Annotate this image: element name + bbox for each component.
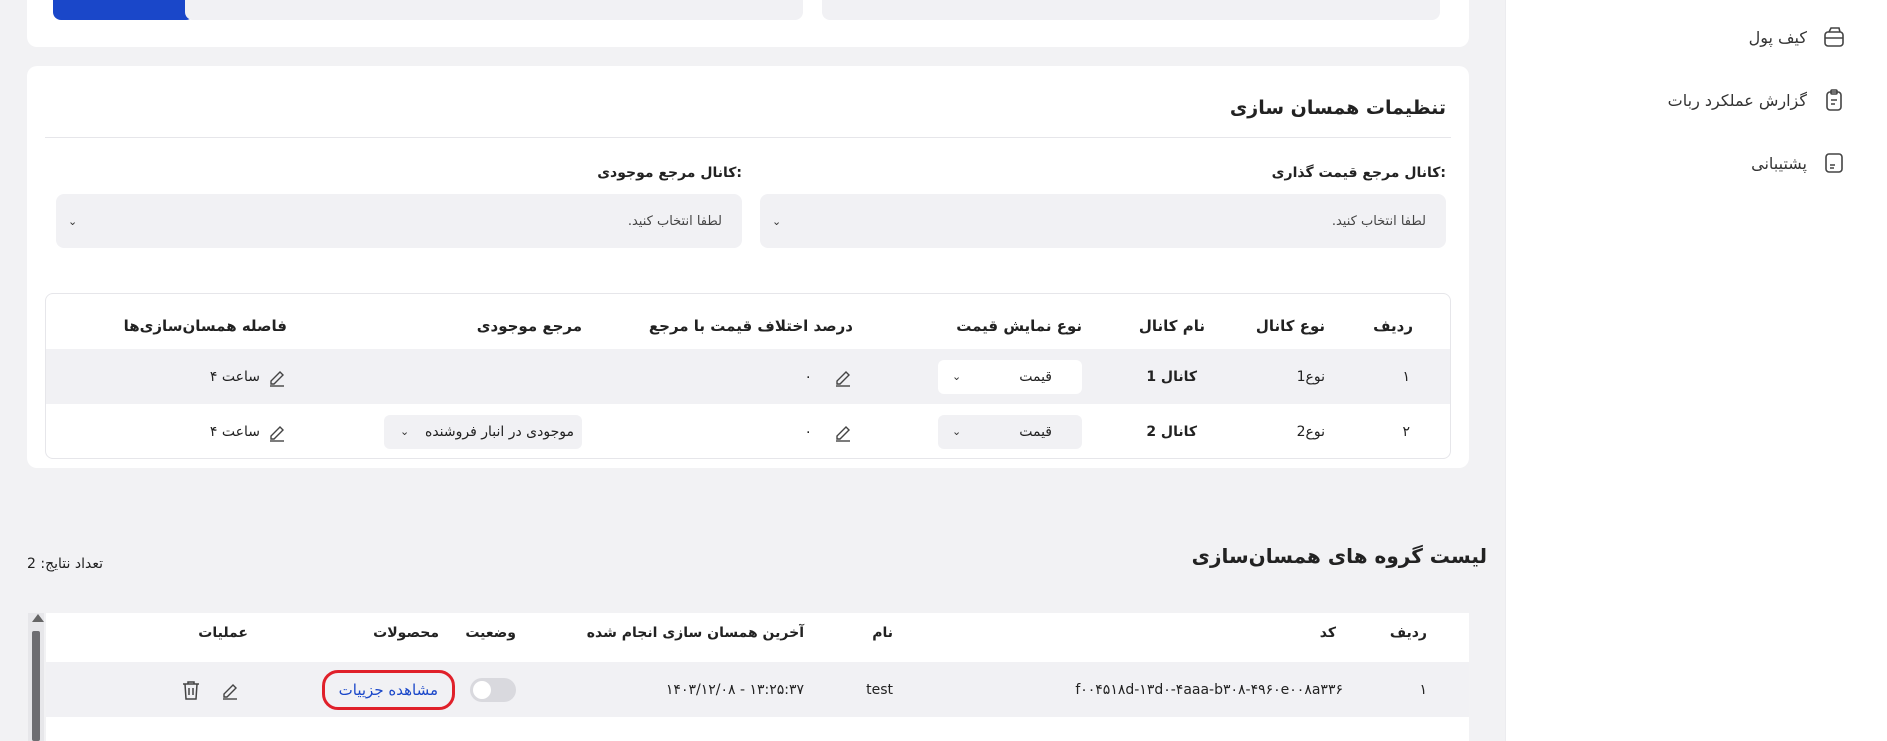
table-scrollbar[interactable] [28, 613, 44, 741]
chevron-down-icon: ⌄ [772, 214, 782, 228]
cell-channel-name: کانال 2 [1146, 423, 1197, 440]
groups-table: ردیف کد نام آخرین همسان سازی انجام شده و… [46, 613, 1469, 741]
sidebar-item-label: گزارش عملکرد ربات [1667, 90, 1807, 110]
edit-icon[interactable] [833, 422, 853, 442]
table-row: ۱ نوع1 کانال 1 قیمت ⌄ ۰ ۴ ساعت [46, 349, 1450, 404]
cell-channel-type: نوع2 [1296, 423, 1325, 440]
select-placeholder: لطفا انتخاب کنید. [627, 213, 722, 229]
table-row: ۱ f۰۰۴۵۱۸d-۱۳d۰-۴aaa-b۳۰۸-۴۹۶۰e۰۰۸a۳۳۶ t… [46, 662, 1469, 717]
results-count: تعداد نتایج: 2 [27, 556, 103, 572]
header-last-sync: آخرین همسان سازی انجام شده [586, 625, 804, 641]
sidebar-item-wallet[interactable]: کیف پول [1749, 24, 1847, 50]
cell-price-diff: ۰ [804, 423, 812, 440]
groups-list-title: لیست گروه های همسان‌سازی [1191, 544, 1487, 568]
edit-icon[interactable] [267, 422, 287, 442]
pricing-channel-label: کانال مرجع قیمت گذاری: [1271, 165, 1446, 181]
header-status: وضعیت [465, 625, 516, 641]
scrollbar-thumb[interactable] [32, 631, 40, 741]
edit-icon[interactable] [220, 680, 240, 700]
top-action-button[interactable] [53, 0, 194, 20]
price-display-select[interactable]: قیمت ⌄ [938, 359, 1082, 394]
cell-interval: ۴ ساعت [209, 368, 260, 385]
cell-channel-type: نوع1 [1296, 368, 1325, 385]
channels-table: ردیف نوع کانال نام کانال نوع نمایش قیمت … [45, 293, 1451, 459]
view-details-link[interactable]: مشاهده جزییات [321, 669, 455, 710]
price-display-select[interactable]: قیمت ⌄ [938, 414, 1082, 449]
chevron-down-icon: ⌄ [400, 425, 410, 438]
cell-name: test [866, 681, 893, 698]
header-row: ردیف [1373, 317, 1413, 335]
header-channel-type: نوع کانال [1255, 317, 1325, 335]
table-row: ۲ نوع2 کانال 2 قیمت ⌄ ۰ موجودی در انبار … [46, 404, 1450, 458]
sidebar-item-label: پشتیبانی [1751, 153, 1807, 173]
cell-price-diff: ۰ [804, 368, 812, 385]
header-products: محصولات [373, 625, 439, 641]
sidebar-item-bot-report[interactable]: گزارش عملکرد ربات [1668, 87, 1847, 113]
stock-ref-select[interactable]: موجودی در انبار فروشنده ⌄ [384, 414, 582, 449]
header-row: ردیف [1389, 625, 1427, 641]
cell-interval: ۴ ساعت [209, 423, 260, 440]
cell-row: ۱ [1419, 681, 1427, 698]
header-name: نام [872, 625, 893, 641]
sidebar: کیف پول گزارش عملکرد ربات پشتیبانی [1505, 0, 1887, 741]
document-icon [1821, 150, 1847, 176]
header-code: کد [1319, 625, 1336, 641]
header-channel-name: نام کانال [1138, 317, 1205, 335]
select-value: موجودی در انبار فروشنده [424, 423, 574, 440]
clipboard-icon [1821, 87, 1847, 113]
divider [45, 137, 1451, 138]
toggle-knob [473, 680, 491, 699]
pricing-channel-select[interactable]: لطفا انتخاب کنید. ⌄ [760, 194, 1446, 248]
select-value: قیمت [1019, 368, 1052, 385]
trash-icon[interactable] [179, 678, 203, 702]
wallet-icon [1821, 24, 1847, 50]
sync-settings-card: تنظیمات همسان سازی کانال مرجع قیمت گذاری… [27, 66, 1469, 468]
cell-code: f۰۰۴۵۱۸d-۱۳d۰-۴aaa-b۳۰۸-۴۹۶۰e۰۰۸a۳۳۶ [1075, 681, 1343, 698]
top-filter-card [27, 0, 1469, 47]
card-title: تنظیمات همسان سازی [1229, 97, 1446, 119]
header-actions: عملیات [198, 625, 248, 641]
top-filter-field-2[interactable] [822, 0, 1440, 20]
cell-channel-name: کانال 1 [1146, 368, 1197, 385]
select-placeholder: لطفا انتخاب کنید. [1331, 213, 1426, 229]
stock-channel-label: کانال مرجع موجودی: [597, 165, 742, 181]
header-interval: فاصله همسان‌سازی‌ها [123, 317, 287, 335]
edit-icon[interactable] [833, 367, 853, 387]
status-toggle[interactable] [470, 677, 516, 702]
stock-channel-select[interactable]: لطفا انتخاب کنید. ⌄ [56, 194, 742, 248]
select-value: قیمت [1019, 423, 1052, 440]
sidebar-item-label: کیف پول [1748, 27, 1807, 47]
chevron-down-icon: ⌄ [952, 425, 962, 438]
sidebar-item-support[interactable]: پشتیبانی [1751, 150, 1847, 176]
header-price-diff: درصد اختلاف قیمت با مرجع [648, 317, 853, 335]
chevron-down-icon: ⌄ [952, 370, 962, 383]
cell-row: ۱ [1402, 368, 1410, 385]
chevron-down-icon: ⌄ [68, 214, 78, 228]
header-price-display: نوع نمایش قیمت [956, 317, 1082, 335]
cell-row: ۲ [1402, 423, 1410, 440]
top-filter-field-1[interactable] [185, 0, 803, 20]
header-stock-ref: مرجع موجودی [476, 317, 582, 335]
cell-last-sync: ۱۴۰۳/۱۲/۰۸ - ۱۳:۲۵:۳۷ [665, 681, 804, 698]
scroll-up-arrow-icon[interactable] [32, 614, 44, 622]
edit-icon[interactable] [267, 367, 287, 387]
